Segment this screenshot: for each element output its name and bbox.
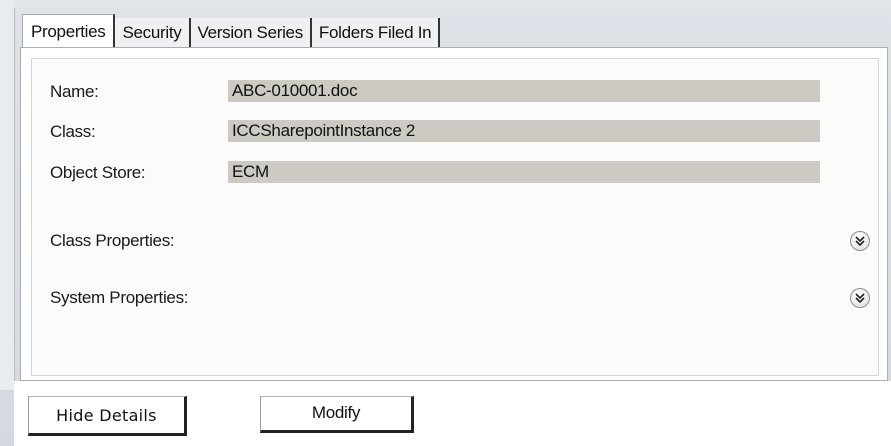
name-value: ABC-010001.doc [228,80,820,102]
top-strip [14,0,891,8]
tab-properties[interactable]: Properties [22,14,116,48]
tab-folders-filed-in[interactable]: Folders Filed In [311,18,441,48]
object-store-label: Object Store: [50,163,146,182]
class-label: Class: [50,122,96,141]
system-properties-label: System Properties: [50,288,189,307]
modify-button[interactable]: Modify [260,396,414,433]
properties-dialog: Properties Security Version Series Folde… [0,0,891,446]
system-properties-expand-button[interactable] [850,288,870,308]
tab-version-series[interactable]: Version Series [190,18,312,48]
properties-panel: Name: ABC-010001.doc Class: ICCSharepoin… [20,47,888,381]
hide-details-button[interactable]: Hide Details [28,396,187,436]
adjacent-pane-edge [0,0,15,390]
class-properties-expand-button[interactable] [850,231,870,251]
class-row: Class: ICCSharepointInstance 2 [42,120,872,144]
button-bar: Hide Details Modify [14,381,891,446]
object-store-row: Object Store: ECM [42,161,872,185]
class-properties-label: Class Properties: [50,231,175,250]
tab-security[interactable]: Security [115,18,191,48]
tab-bar: Properties Security Version Series Folde… [22,14,441,48]
double-chevron-down-icon [855,293,865,304]
object-store-value: ECM [228,161,820,183]
class-value: ICCSharepointInstance 2 [228,120,820,142]
name-row: Name: ABC-010001.doc [42,80,872,104]
name-label: Name: [50,82,99,101]
properties-content: Name: ABC-010001.doc Class: ICCSharepoin… [31,58,879,376]
double-chevron-down-icon [855,236,865,247]
